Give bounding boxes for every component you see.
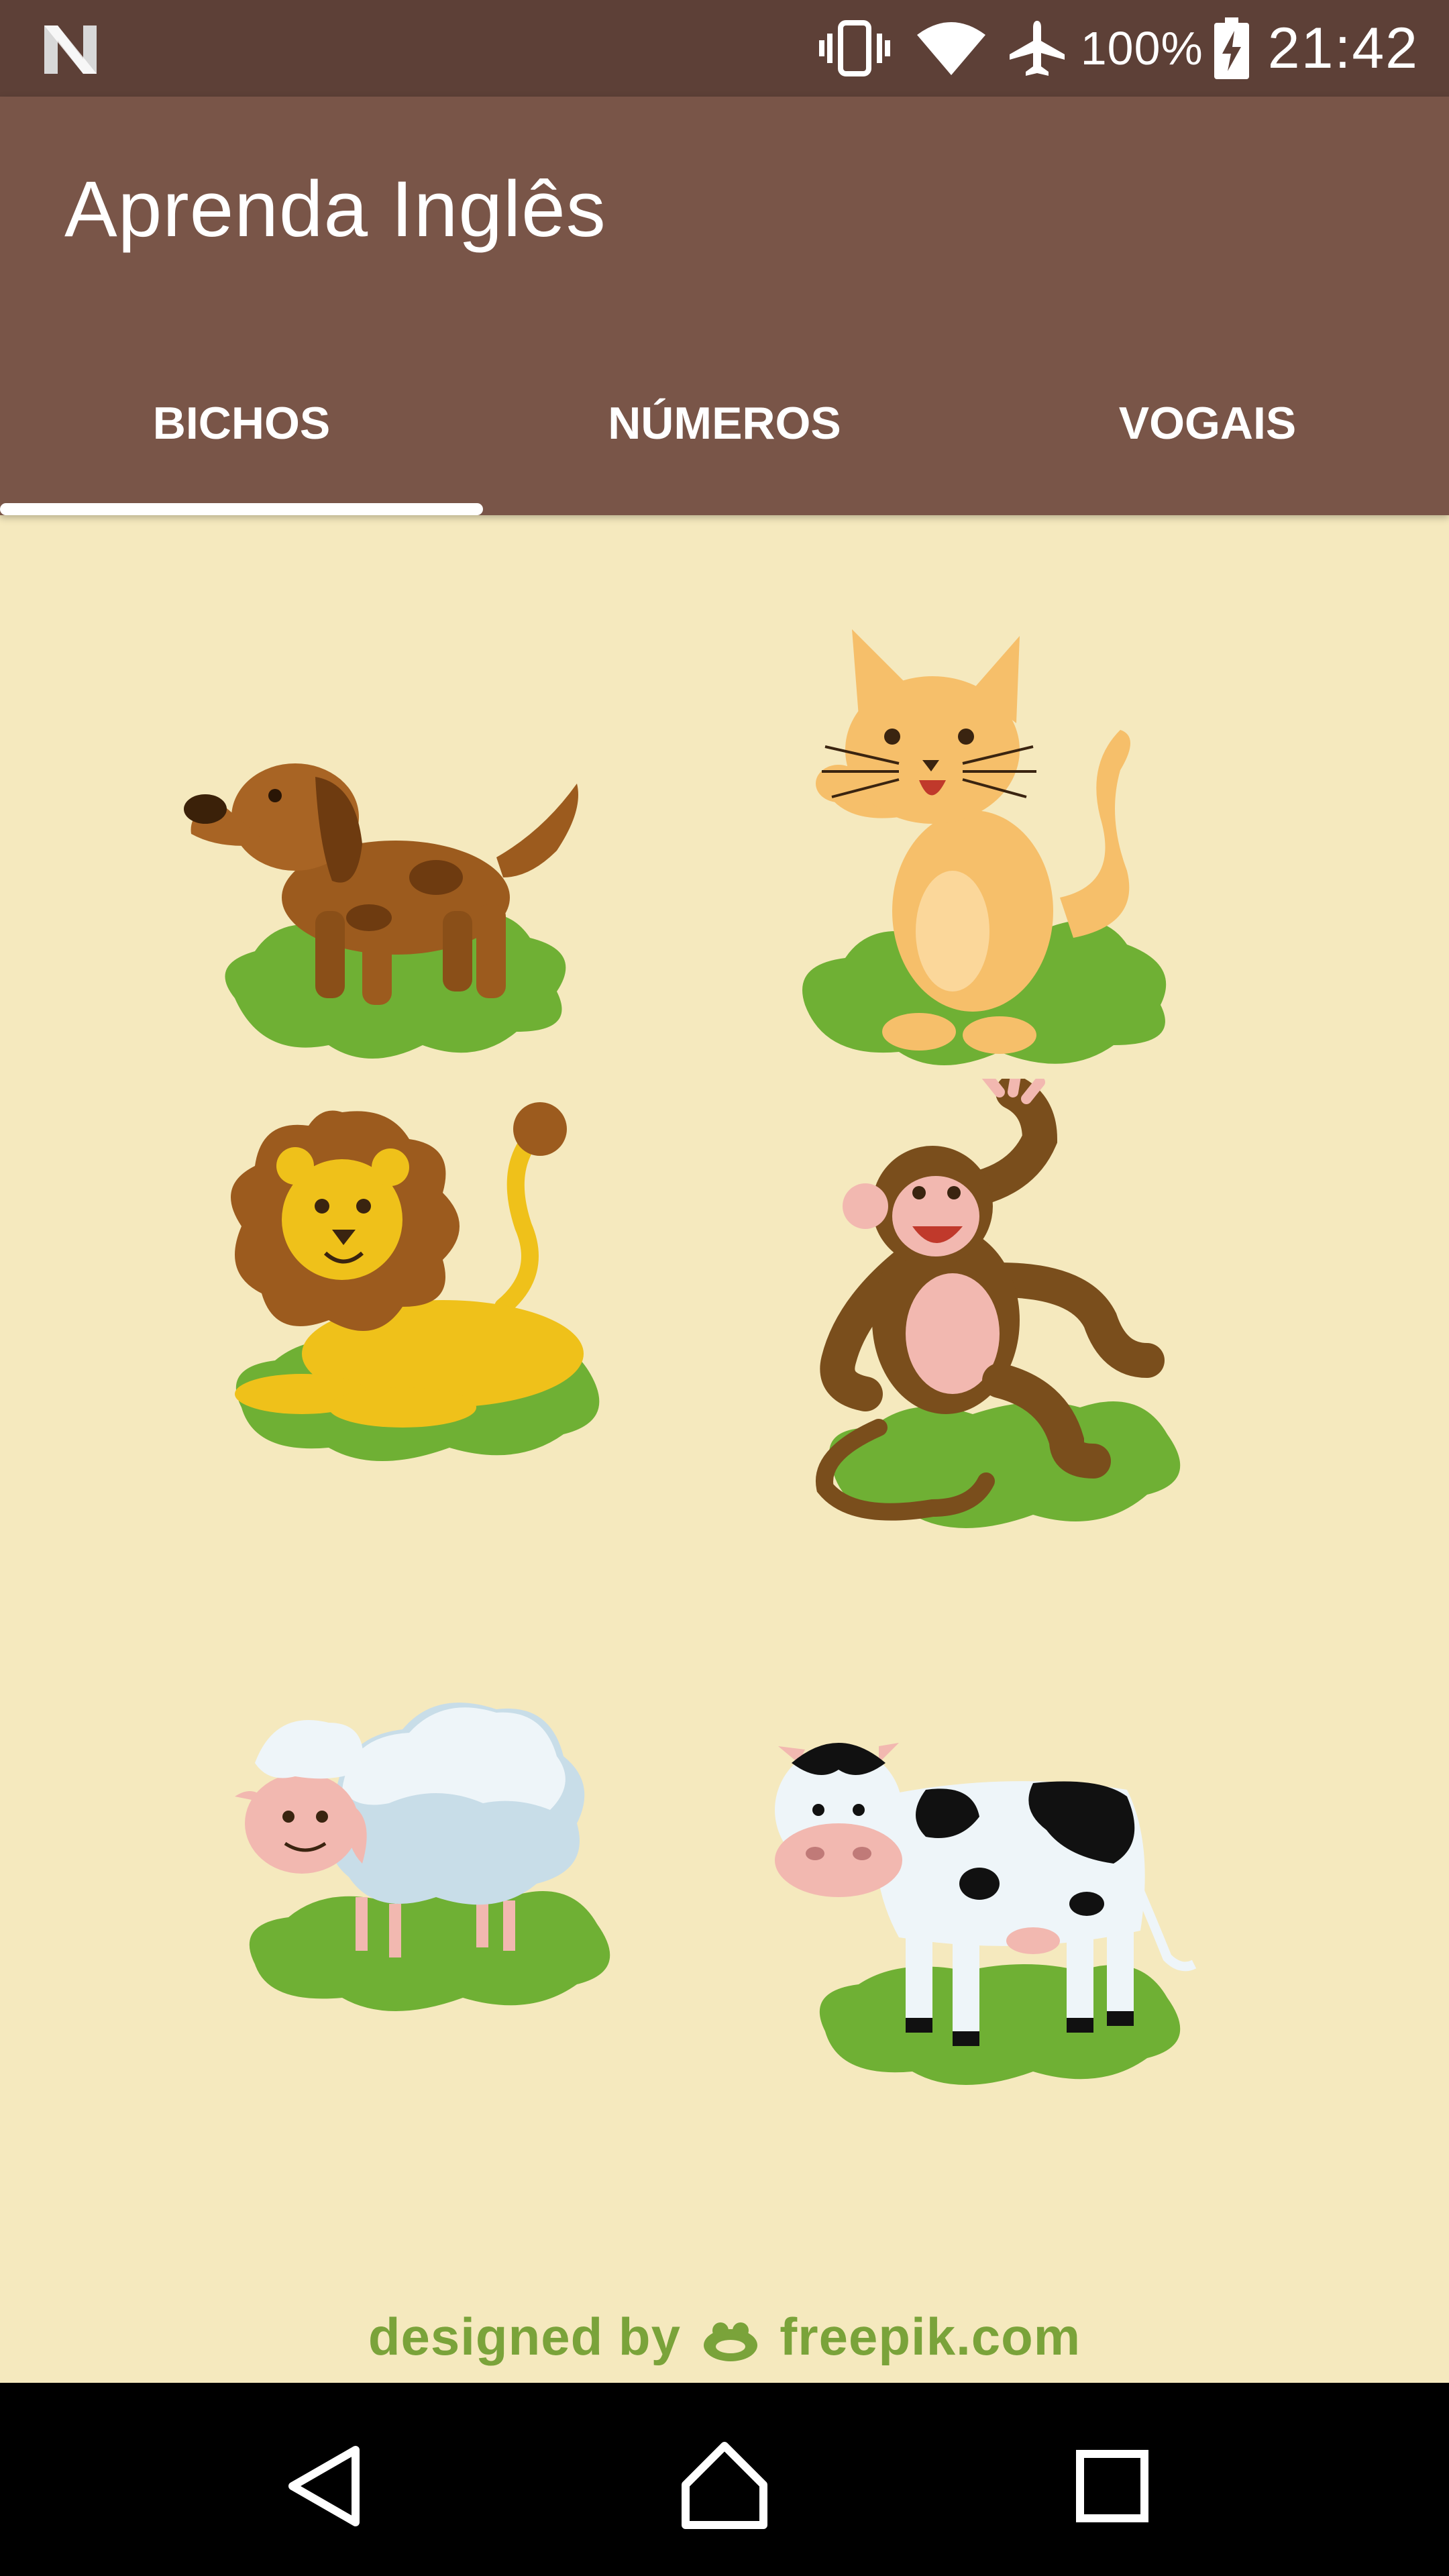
dog-image-button[interactable] xyxy=(181,710,624,1072)
home-icon[interactable] xyxy=(678,2439,771,2533)
recents-icon[interactable] xyxy=(1065,2439,1159,2533)
credit-prefix: designed by xyxy=(368,2307,681,2366)
n-logo-icon xyxy=(44,25,97,74)
back-icon[interactable] xyxy=(276,2439,370,2533)
tab-vogais[interactable]: VOGAIS xyxy=(966,352,1449,515)
navigation-bar xyxy=(0,2383,1449,2576)
battery-percent: 100% xyxy=(1080,22,1203,74)
app-bar: Aprenda Inglês BICHOS NÚMEROS VOGAIS xyxy=(0,97,1449,515)
sheep-image-button[interactable] xyxy=(215,1649,644,2025)
freepik-credit: designed by freepik.com xyxy=(0,2306,1449,2367)
vibrate-icon xyxy=(818,20,890,76)
clock: 21:42 xyxy=(1267,15,1419,80)
monkey-image-button[interactable] xyxy=(798,1079,1214,1548)
animal-grid: designed by freepik.com xyxy=(0,515,1449,2383)
tab-bar: BICHOS NÚMEROS VOGAIS xyxy=(0,352,1449,515)
status-icons: 100% 21:42 xyxy=(818,13,1419,83)
app-title: Aprenda Inglês xyxy=(64,165,606,254)
lion-image-button[interactable] xyxy=(215,1092,631,1468)
tab-bichos[interactable]: BICHOS xyxy=(0,352,483,515)
status-bar: 100% 21:42 xyxy=(0,0,1449,97)
selected-tab-indicator xyxy=(0,503,483,515)
battery-charging-icon xyxy=(1214,17,1249,79)
tab-numeros[interactable]: NÚMEROS xyxy=(483,352,966,515)
cow-image-button[interactable] xyxy=(751,1709,1208,2085)
credit-site: freepik.com xyxy=(780,2307,1081,2366)
airplane-icon xyxy=(1009,21,1065,76)
cat-image-button[interactable] xyxy=(785,616,1201,1072)
wifi-icon xyxy=(916,22,985,75)
freepik-logo-icon xyxy=(703,2322,757,2362)
